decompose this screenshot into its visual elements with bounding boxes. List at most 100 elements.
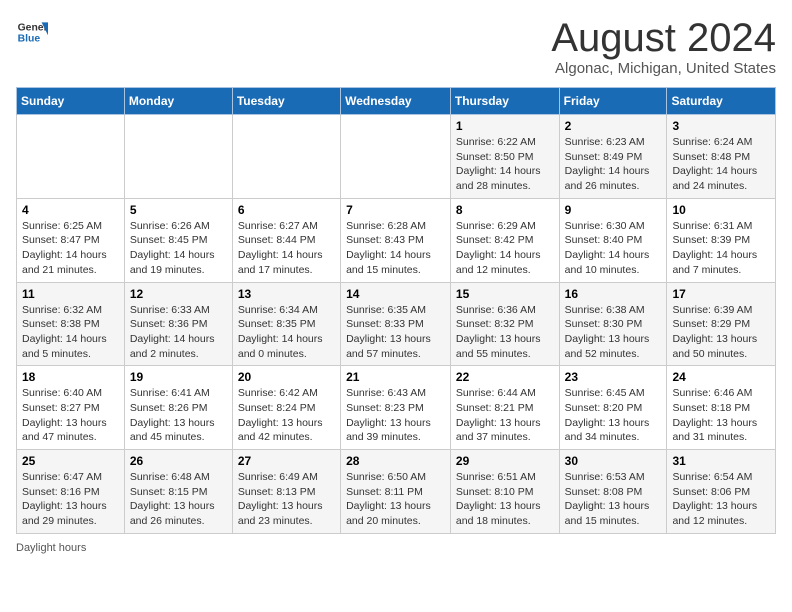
day-info: Sunrise: 6:36 AM Sunset: 8:32 PM Dayligh… <box>456 303 554 362</box>
day-info: Sunrise: 6:38 AM Sunset: 8:30 PM Dayligh… <box>565 303 662 362</box>
day-info: Sunrise: 6:24 AM Sunset: 8:48 PM Dayligh… <box>672 135 770 194</box>
calendar-cell: 7 Sunrise: 6:28 AM Sunset: 8:43 PM Daylig… <box>341 198 451 282</box>
calendar-cell: 15Sunrise: 6:36 AM Sunset: 8:32 PM Dayli… <box>450 282 559 366</box>
calendar-cell: 24Sunrise: 6:46 AM Sunset: 8:18 PM Dayli… <box>667 366 776 450</box>
day-info: Sunrise: 6:47 AM Sunset: 8:16 PM Dayligh… <box>22 470 119 529</box>
calendar-cell: 25 Sunrise: 6:47 AM Sunset: 8:16 PM Dayli… <box>17 450 125 534</box>
calendar-cell: 28 Sunrise: 6:50 AM Sunset: 8:11 PM Dayli… <box>341 450 451 534</box>
day-info: Sunrise: 6:31 AM Sunset: 8:39 PM Dayligh… <box>672 219 770 278</box>
calendar-cell: 29Sunrise: 6:51 AM Sunset: 8:10 PM Dayli… <box>450 450 559 534</box>
day-number: 20 <box>238 370 335 384</box>
day-number: 14 <box>346 287 445 301</box>
day-info: Sunrise: 6:40 AM Sunset: 8:27 PM Dayligh… <box>22 386 119 445</box>
calendar-cell: 31 Sunrise: 6:54 AM Sunset: 8:06 PM Dayli… <box>667 450 776 534</box>
calendar-cell: 23 Sunrise: 6:45 AM Sunset: 8:20 PM Dayli… <box>559 366 667 450</box>
daylight-label: Daylight hours <box>16 542 86 554</box>
calendar-cell <box>124 115 232 199</box>
day-of-week-header: Thursday <box>450 88 559 115</box>
day-of-week-header: Friday <box>559 88 667 115</box>
day-number: 13 <box>238 287 335 301</box>
day-info: Sunrise: 6:48 AM Sunset: 8:15 PM Dayligh… <box>130 470 227 529</box>
day-number: 26 <box>130 454 227 468</box>
calendar-cell: 13 Sunrise: 6:34 AM Sunset: 8:35 PM Dayli… <box>232 282 340 366</box>
calendar-week-row: 25 Sunrise: 6:47 AM Sunset: 8:16 PM Dayli… <box>17 450 776 534</box>
calendar-cell: 6Sunrise: 6:27 AM Sunset: 8:44 PM Daylig… <box>232 198 340 282</box>
calendar-week-row: 18Sunrise: 6:40 AM Sunset: 8:27 PM Dayli… <box>17 366 776 450</box>
calendar-cell: 9 Sunrise: 6:30 AM Sunset: 8:40 PM Daylig… <box>559 198 667 282</box>
day-number: 29 <box>456 454 554 468</box>
calendar-week-row: 1 Sunrise: 6:22 AM Sunset: 8:50 PM Daylig… <box>17 115 776 199</box>
calendar-cell: 2 Sunrise: 6:23 AM Sunset: 8:49 PM Daylig… <box>559 115 667 199</box>
calendar-cell <box>341 115 451 199</box>
calendar-cell: 3 Sunrise: 6:24 AM Sunset: 8:48 PM Daylig… <box>667 115 776 199</box>
day-number: 8 <box>456 203 554 217</box>
day-info: Sunrise: 6:50 AM Sunset: 8:11 PM Dayligh… <box>346 470 445 529</box>
day-number: 30 <box>565 454 662 468</box>
day-number: 11 <box>22 287 119 301</box>
day-number: 9 <box>565 203 662 217</box>
calendar-cell: 21Sunrise: 6:43 AM Sunset: 8:23 PM Dayli… <box>341 366 451 450</box>
day-info: Sunrise: 6:45 AM Sunset: 8:20 PM Dayligh… <box>565 386 662 445</box>
calendar-cell: 12 Sunrise: 6:33 AM Sunset: 8:36 PM Dayli… <box>124 282 232 366</box>
day-info: Sunrise: 6:33 AM Sunset: 8:36 PM Dayligh… <box>130 303 227 362</box>
day-number: 27 <box>238 454 335 468</box>
day-number: 31 <box>672 454 770 468</box>
calendar-cell: 11 Sunrise: 6:32 AM Sunset: 8:38 PM Dayli… <box>17 282 125 366</box>
calendar-cell: 26 Sunrise: 6:48 AM Sunset: 8:15 PM Dayli… <box>124 450 232 534</box>
day-info: Sunrise: 6:34 AM Sunset: 8:35 PM Dayligh… <box>238 303 335 362</box>
day-number: 28 <box>346 454 445 468</box>
calendar-header-row: SundayMondayTuesdayWednesdayThursdayFrid… <box>17 88 776 115</box>
svg-text:Blue: Blue <box>18 34 41 45</box>
day-of-week-header: Tuesday <box>232 88 340 115</box>
day-number: 5 <box>130 203 227 217</box>
calendar-cell: 16 Sunrise: 6:38 AM Sunset: 8:30 PM Dayli… <box>559 282 667 366</box>
calendar-cell: 8 Sunrise: 6:29 AM Sunset: 8:42 PM Daylig… <box>450 198 559 282</box>
day-number: 10 <box>672 203 770 217</box>
day-info: Sunrise: 6:22 AM Sunset: 8:50 PM Dayligh… <box>456 135 554 194</box>
day-info: Sunrise: 6:32 AM Sunset: 8:38 PM Dayligh… <box>22 303 119 362</box>
day-info: Sunrise: 6:23 AM Sunset: 8:49 PM Dayligh… <box>565 135 662 194</box>
calendar-cell: 10 Sunrise: 6:31 AM Sunset: 8:39 PM Dayli… <box>667 198 776 282</box>
day-number: 12 <box>130 287 227 301</box>
location: Algonac, Michigan, United States <box>551 60 776 77</box>
day-info: Sunrise: 6:27 AM Sunset: 8:44 PM Dayligh… <box>238 219 335 278</box>
day-info: Sunrise: 6:42 AM Sunset: 8:24 PM Dayligh… <box>238 386 335 445</box>
calendar-cell <box>232 115 340 199</box>
footer: Daylight hours <box>16 542 776 554</box>
calendar-cell: 1 Sunrise: 6:22 AM Sunset: 8:50 PM Daylig… <box>450 115 559 199</box>
calendar-cell: 22 Sunrise: 6:44 AM Sunset: 8:21 PM Dayli… <box>450 366 559 450</box>
day-of-week-header: Wednesday <box>341 88 451 115</box>
day-of-week-header: Sunday <box>17 88 125 115</box>
day-info: Sunrise: 6:44 AM Sunset: 8:21 PM Dayligh… <box>456 386 554 445</box>
calendar-week-row: 11 Sunrise: 6:32 AM Sunset: 8:38 PM Dayli… <box>17 282 776 366</box>
header: General Blue August 2024 Algonac, Michig… <box>16 16 776 77</box>
day-number: 22 <box>456 370 554 384</box>
day-info: Sunrise: 6:54 AM Sunset: 8:06 PM Dayligh… <box>672 470 770 529</box>
day-info: Sunrise: 6:28 AM Sunset: 8:43 PM Dayligh… <box>346 219 445 278</box>
day-number: 3 <box>672 119 770 133</box>
calendar: SundayMondayTuesdayWednesdayThursdayFrid… <box>16 87 776 534</box>
day-info: Sunrise: 6:49 AM Sunset: 8:13 PM Dayligh… <box>238 470 335 529</box>
calendar-cell: 18Sunrise: 6:40 AM Sunset: 8:27 PM Dayli… <box>17 366 125 450</box>
day-number: 7 <box>346 203 445 217</box>
day-number: 4 <box>22 203 119 217</box>
day-info: Sunrise: 6:26 AM Sunset: 8:45 PM Dayligh… <box>130 219 227 278</box>
month-title: August 2024 <box>551 16 776 60</box>
day-number: 2 <box>565 119 662 133</box>
calendar-cell: 19Sunrise: 6:41 AM Sunset: 8:26 PM Dayli… <box>124 366 232 450</box>
day-number: 16 <box>565 287 662 301</box>
title-area: August 2024 Algonac, Michigan, United St… <box>551 16 776 77</box>
day-info: Sunrise: 6:30 AM Sunset: 8:40 PM Dayligh… <box>565 219 662 278</box>
day-number: 1 <box>456 119 554 133</box>
day-number: 25 <box>22 454 119 468</box>
day-number: 23 <box>565 370 662 384</box>
calendar-cell: 27 Sunrise: 6:49 AM Sunset: 8:13 PM Dayli… <box>232 450 340 534</box>
day-info: Sunrise: 6:53 AM Sunset: 8:08 PM Dayligh… <box>565 470 662 529</box>
day-info: Sunrise: 6:35 AM Sunset: 8:33 PM Dayligh… <box>346 303 445 362</box>
day-of-week-header: Saturday <box>667 88 776 115</box>
calendar-week-row: 4Sunrise: 6:25 AM Sunset: 8:47 PM Daylig… <box>17 198 776 282</box>
logo-icon: General Blue <box>16 16 48 48</box>
calendar-cell: 17Sunrise: 6:39 AM Sunset: 8:29 PM Dayli… <box>667 282 776 366</box>
day-info: Sunrise: 6:29 AM Sunset: 8:42 PM Dayligh… <box>456 219 554 278</box>
logo: General Blue <box>16 16 48 48</box>
